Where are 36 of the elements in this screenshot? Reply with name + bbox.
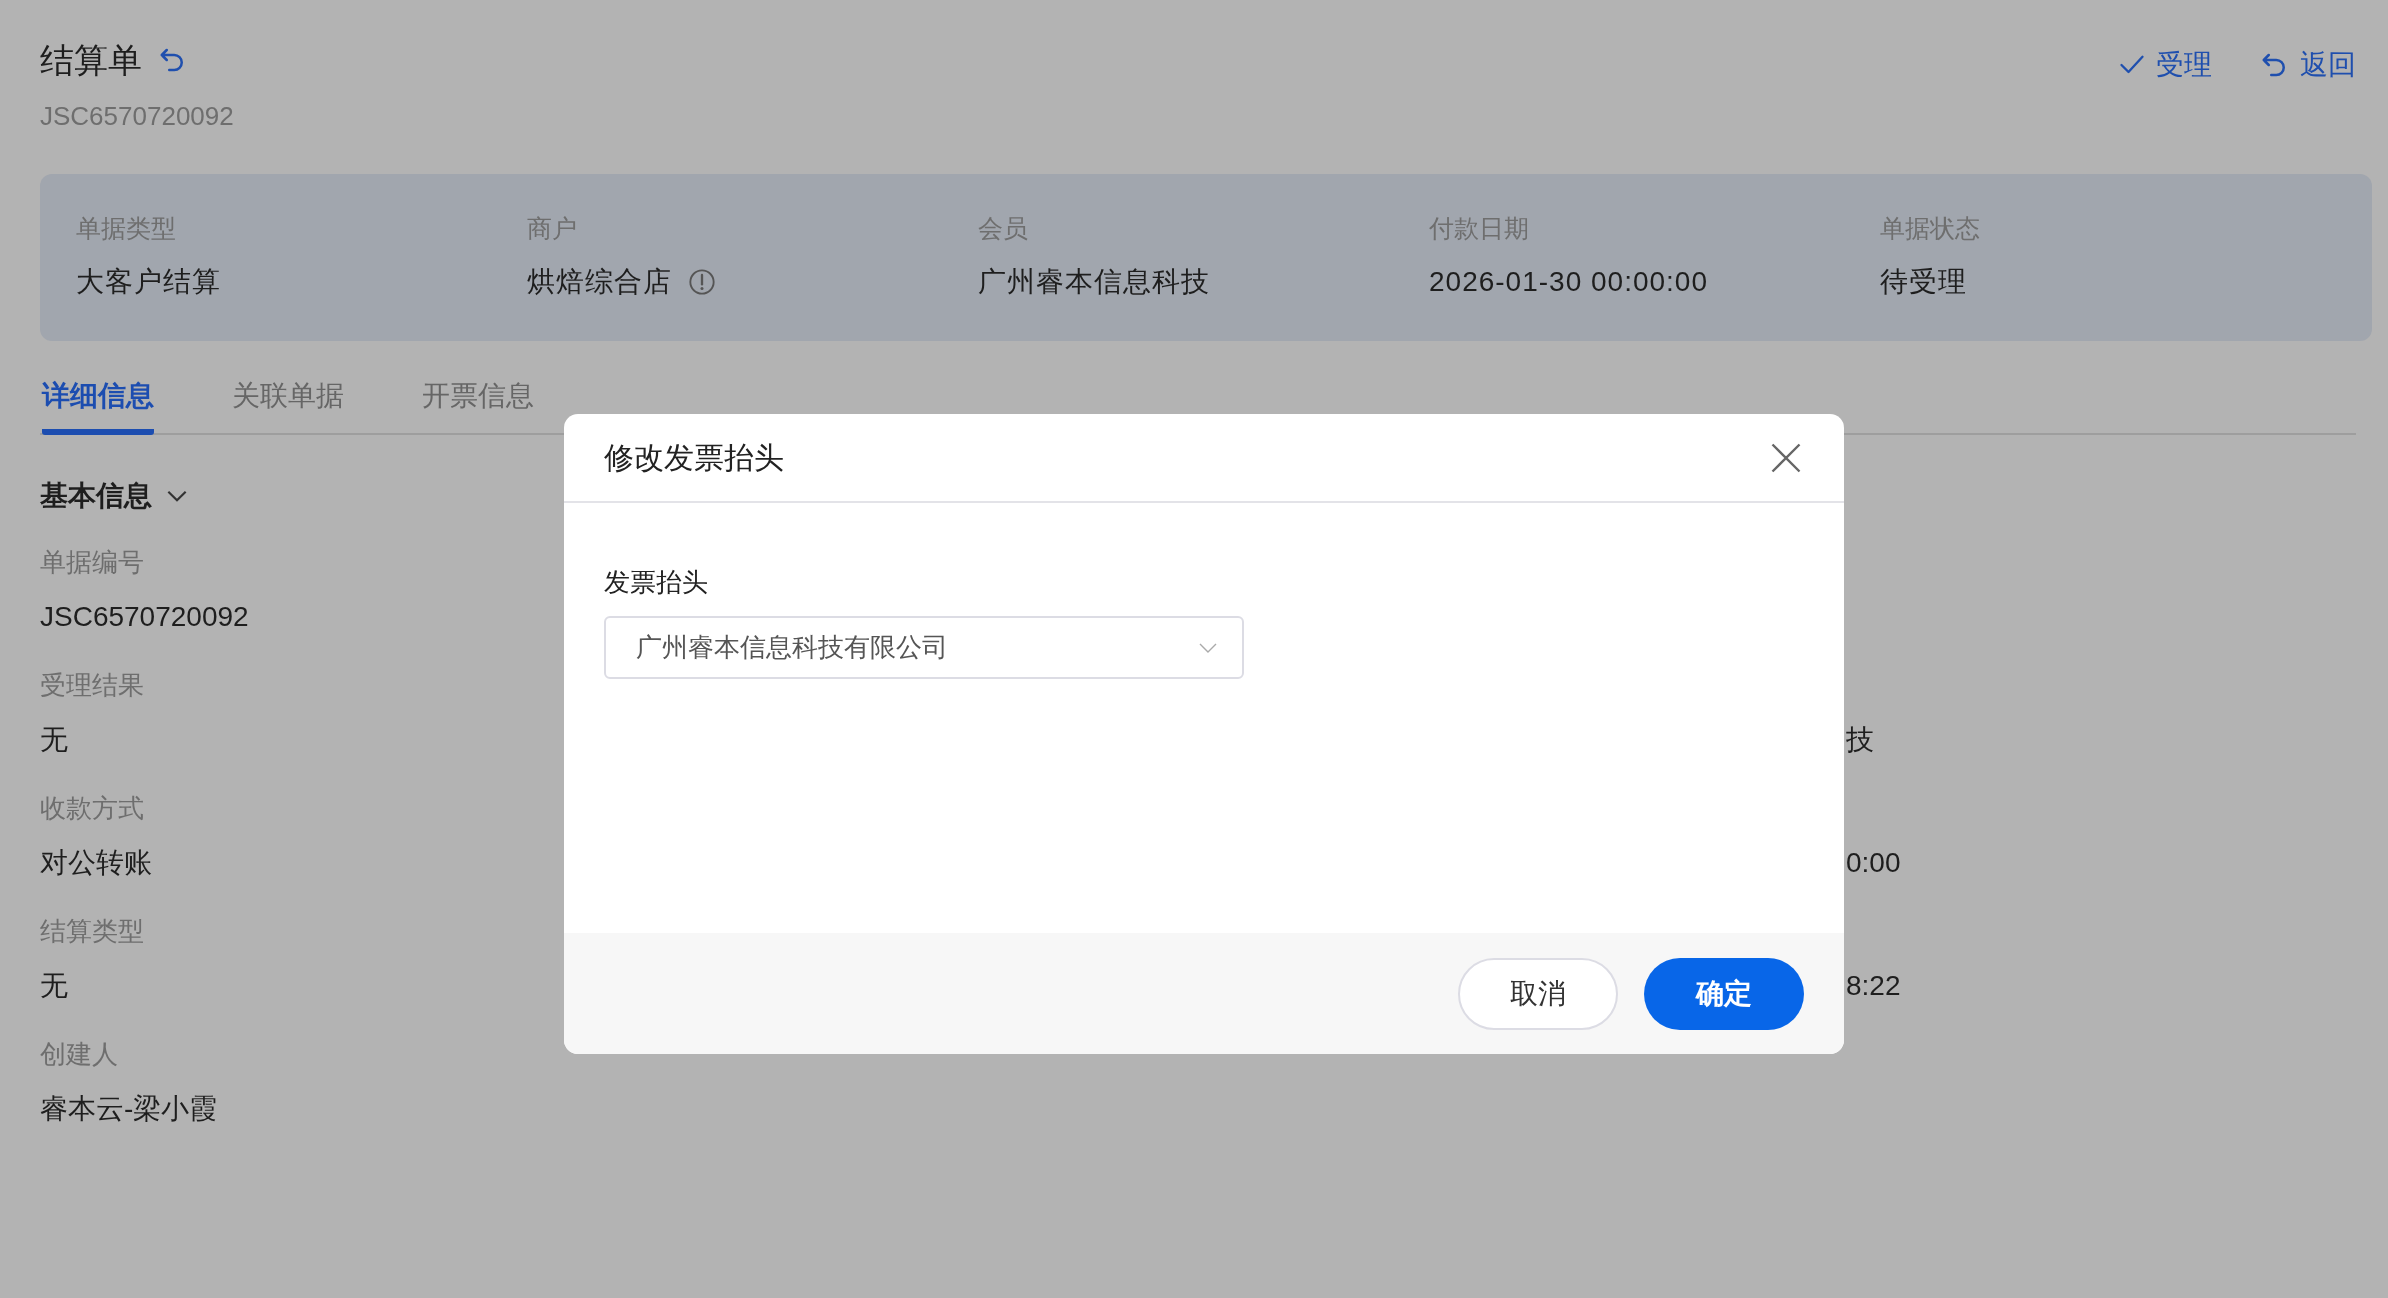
summary-value: 广州睿本信息科技 [978, 265, 1210, 300]
summary-label: 单据类型 [76, 212, 177, 244]
tab[interactable]: 关联单据 [232, 375, 344, 436]
field-value: 睿本云-梁小霞 [40, 1092, 218, 1127]
summary-label: 商户 [527, 212, 578, 244]
summary-value: 大客户结算 [76, 265, 221, 300]
summary-label: 单据状态 [1880, 212, 1981, 244]
section-toggle[interactable]: 基本信息 [40, 475, 190, 518]
field-value: 0:00 [1846, 846, 1901, 881]
confirm-button[interactable]: 确定 [1644, 957, 1804, 1030]
summary-label: 付款日期 [1429, 212, 1530, 244]
cancel-button[interactable]: 取消 [1458, 957, 1618, 1030]
field-label: 单据编号 [40, 546, 144, 580]
field-label: 发票抬头 [604, 566, 709, 599]
field-value: 技 [1846, 723, 1874, 758]
page-title: 结算单 [40, 40, 142, 81]
field-label: 创建人 [40, 1038, 118, 1072]
tab[interactable]: 详细信息 [42, 375, 154, 436]
tab[interactable]: 开票信息 [422, 375, 534, 436]
document-number: JSC6570720092 [40, 99, 234, 133]
field-label: 收款方式 [40, 792, 144, 826]
accept-button[interactable]: 受理 [2118, 44, 2212, 86]
field-label: 受理结果 [40, 669, 144, 703]
field-value: JSC6570720092 [40, 600, 249, 635]
field-label: 结算类型 [40, 915, 144, 949]
select-field[interactable]: 广州睿本信息科技有限公司 [604, 616, 1244, 679]
summary-value: 待受理 [1880, 265, 1967, 300]
field-value: 无 [40, 969, 68, 1004]
dialog-title: 修改发票抬头 [604, 440, 784, 476]
summary-label: 会员 [978, 212, 1029, 244]
back-button[interactable]: 返回 [2260, 44, 2356, 86]
field-value: 无 [40, 723, 68, 758]
summary-value: 2026-01-30 00:00:00 [1429, 265, 1708, 300]
field-value: 对公转账 [40, 846, 152, 881]
summary-value: 烘焙综合店 [527, 265, 672, 300]
field-value: 8:22 [1846, 969, 1901, 1004]
